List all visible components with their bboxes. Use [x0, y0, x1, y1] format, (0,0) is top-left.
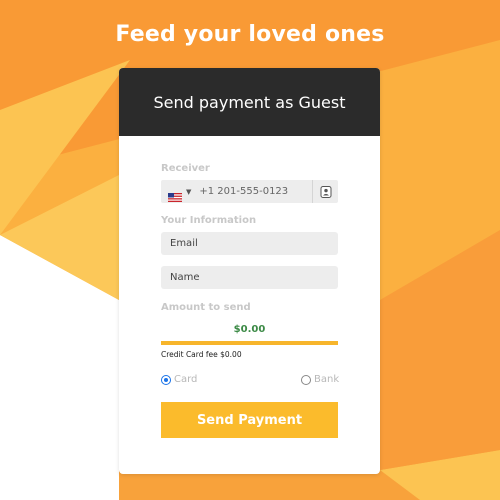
phone-input-group[interactable]: ▼ +1 201-555-0123	[161, 180, 338, 203]
page-headline: Feed your loved ones	[115, 22, 385, 47]
payment-option-card[interactable]: Card	[161, 374, 197, 385]
bank-radio[interactable]	[301, 374, 311, 385]
card-radio[interactable]	[161, 374, 171, 385]
chevron-down-icon[interactable]: ▼	[186, 188, 191, 196]
card-label: Card	[174, 374, 198, 385]
amount-value[interactable]: $0.00	[161, 324, 338, 335]
contact-book-button[interactable]	[312, 180, 338, 203]
email-field[interactable]	[161, 232, 338, 255]
name-field[interactable]	[161, 266, 338, 289]
bank-label: Bank	[314, 374, 340, 385]
payment-card: Send payment as Guest Receiver ▼ +1 201-…	[119, 68, 380, 474]
amount-underline	[161, 341, 338, 345]
receiver-label: Receiver	[161, 163, 210, 174]
send-payment-button[interactable]: Send Payment	[161, 402, 338, 438]
us-flag-icon[interactable]	[168, 187, 182, 202]
contact-book-icon	[320, 185, 331, 198]
credit-card-fee: Credit Card fee $0.00	[161, 350, 242, 359]
card-title: Send payment as Guest	[153, 92, 346, 112]
your-information-label: Your Information	[161, 215, 257, 226]
amount-label: Amount to send	[161, 302, 251, 313]
phone-input[interactable]: +1 201-555-0123	[199, 186, 288, 197]
card-header: Send payment as Guest	[119, 68, 380, 136]
payment-option-bank[interactable]: Bank	[301, 374, 339, 385]
